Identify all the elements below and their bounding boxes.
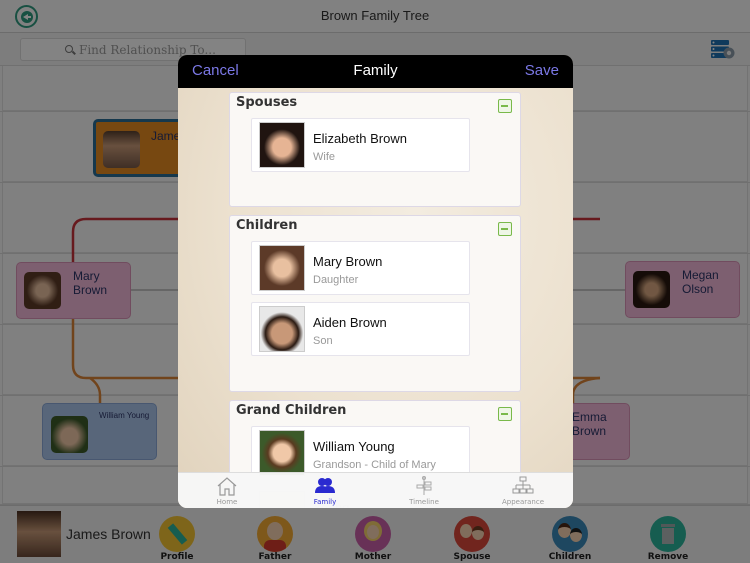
person-name: Aiden Brown xyxy=(313,315,387,330)
hierarchy-icon xyxy=(512,476,534,494)
person-relation: Wife xyxy=(313,151,335,163)
timeline-icon xyxy=(416,476,432,495)
tab-label: Family xyxy=(313,498,337,506)
person-relation: Son xyxy=(313,335,333,347)
person-name: Elizabeth Brown xyxy=(313,131,407,146)
person-relation: Daughter xyxy=(313,274,359,286)
tab-family[interactable]: Family xyxy=(276,473,374,508)
section-spouses: Spouses Elizabeth Brown Wife xyxy=(229,92,521,207)
home-icon xyxy=(217,477,237,496)
section-children: Children Mary Brown Daughter Aiden Brown… xyxy=(229,215,521,392)
modal-header: Cancel Family Save xyxy=(178,55,573,88)
person-relation: Grandson - Child of Mary xyxy=(313,459,436,471)
tab-label: Home xyxy=(216,498,238,506)
person-card[interactable]: Mary Brown Daughter xyxy=(251,241,470,295)
collapse-icon[interactable] xyxy=(498,99,512,113)
collapse-icon[interactable] xyxy=(498,407,512,421)
save-button[interactable]: Save xyxy=(525,62,559,79)
section-title: Children xyxy=(236,218,298,233)
modal-tab-bar: Home Family Timeline Appearance xyxy=(178,472,573,508)
person-card[interactable]: Aiden Brown Son xyxy=(251,302,470,356)
modal-title: Family xyxy=(353,62,398,79)
person-card[interactable]: Elizabeth Brown Wife xyxy=(251,118,470,172)
avatar xyxy=(259,122,305,168)
avatar xyxy=(259,430,305,476)
modal-body[interactable]: Spouses Elizabeth Brown Wife Children Ma… xyxy=(178,88,573,508)
family-icon xyxy=(315,478,335,493)
tab-timeline[interactable]: Timeline xyxy=(375,473,473,508)
tab-home[interactable]: Home xyxy=(178,473,276,508)
avatar xyxy=(259,306,305,352)
family-modal: Cancel Family Save Spouses Elizabeth Bro… xyxy=(178,55,573,508)
collapse-icon[interactable] xyxy=(498,222,512,236)
section-title: Grand Children xyxy=(236,403,347,418)
person-name: Mary Brown xyxy=(313,254,383,269)
tab-appearance[interactable]: Appearance xyxy=(474,473,572,508)
person-name: William Young xyxy=(313,439,395,454)
tab-label: Timeline xyxy=(409,498,439,506)
section-title: Spouses xyxy=(236,95,298,110)
tab-label: Appearance xyxy=(501,498,545,506)
avatar xyxy=(259,245,305,291)
